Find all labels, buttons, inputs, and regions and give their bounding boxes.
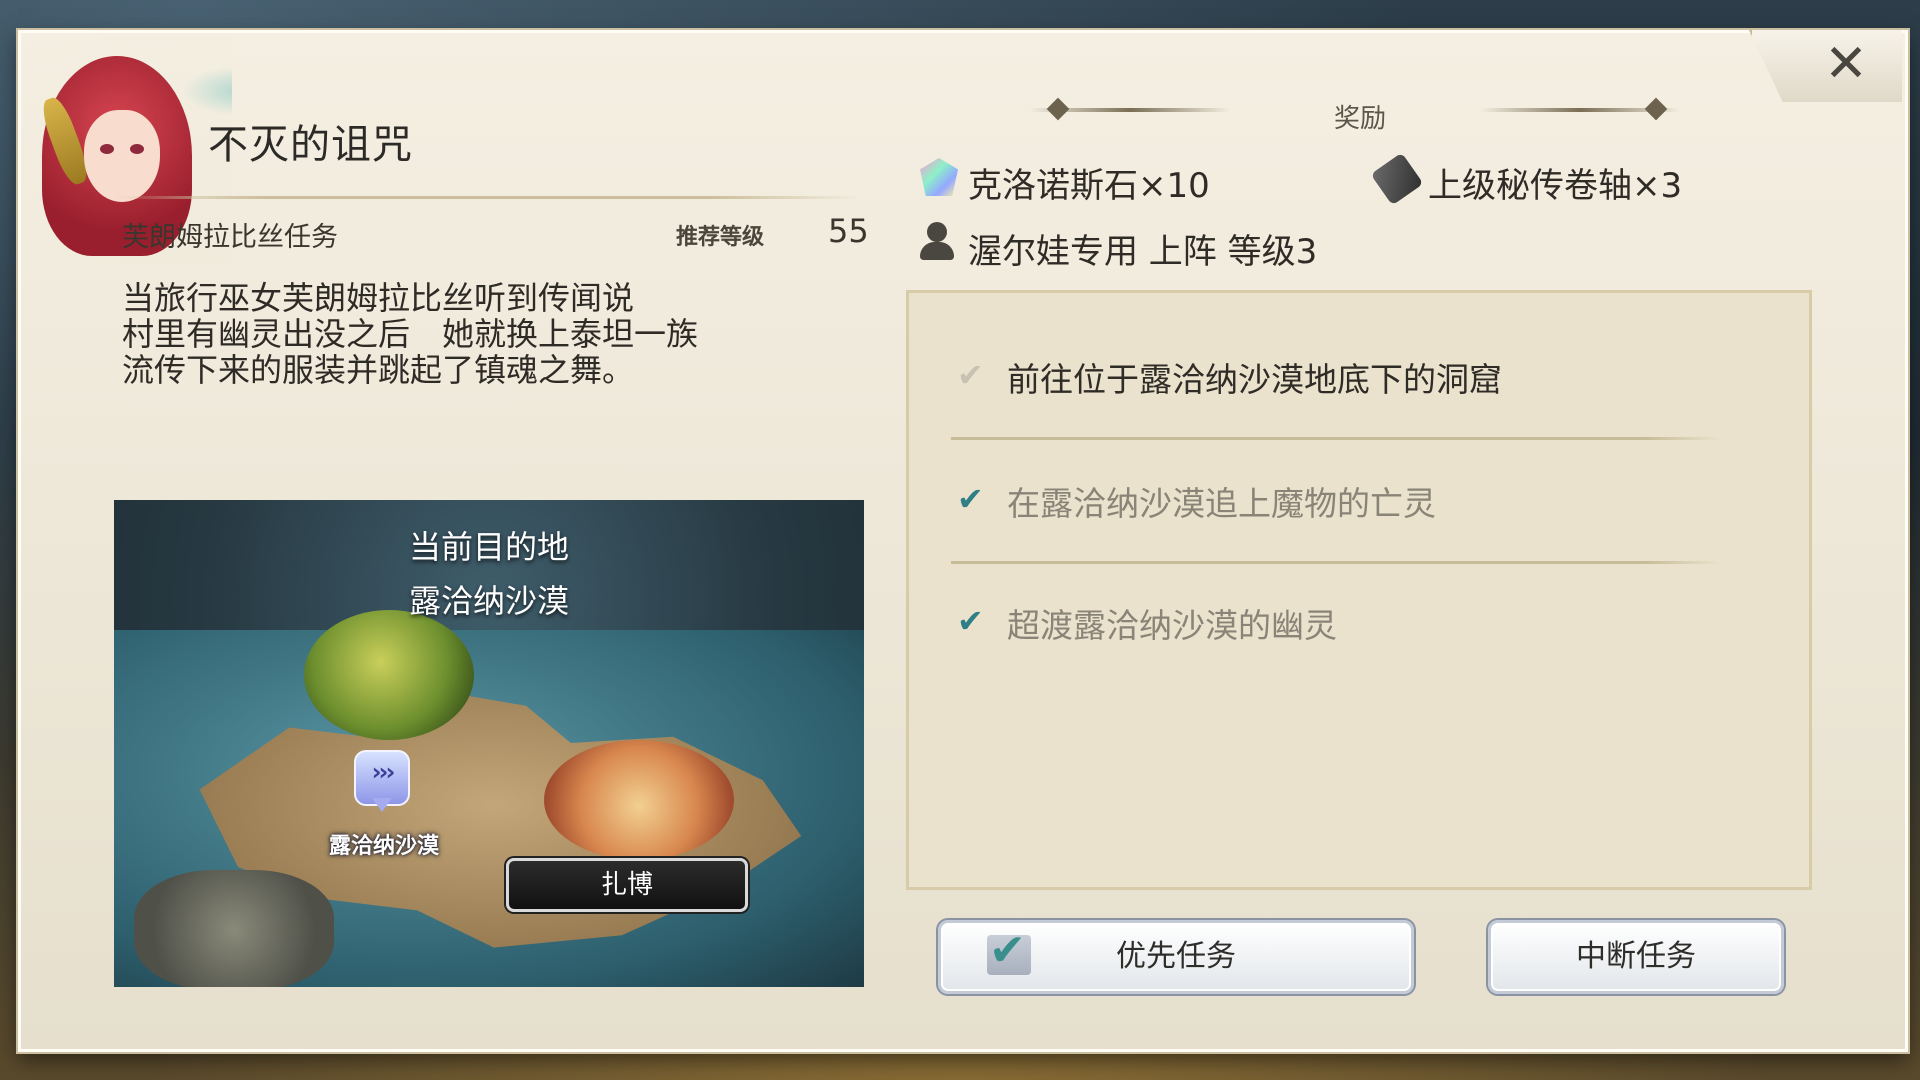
objective-item: 前往位于露洽纳沙漠地底下的洞窟: [1007, 360, 1502, 399]
objective-divider: [951, 561, 1721, 564]
quest-description: 当旅行巫女芙朗姆拉比丝听到传闻说 村里有幽灵出没之后 她就换上泰坦一族 流传下来…: [122, 280, 842, 388]
map-forest: [304, 610, 474, 740]
recommended-level-value: 55: [828, 212, 869, 250]
description-line: 当旅行巫女芙朗姆拉比丝听到传闻说: [122, 279, 635, 317]
map-heading-current: 当前目的地: [408, 528, 569, 566]
objective-divider: [951, 437, 1721, 440]
description-line: 村里有幽灵出没之后 她就换上泰坦一族: [122, 315, 699, 353]
objectives-panel: ✔ 前往位于露洽纳沙漠地底下的洞窟 ✔ 在露洽纳沙漠追上魔物的亡灵 ✔ 超渡露洽…: [906, 290, 1812, 890]
portrait-eye-left: [100, 144, 114, 154]
portrait-wing-decoration: [182, 66, 232, 116]
chevrons-icon: ›››: [371, 758, 396, 786]
rewards-label: 奖励: [1333, 104, 1386, 134]
person-body: [920, 242, 954, 260]
priority-quest-button[interactable]: ✔ 优先任务: [938, 920, 1414, 994]
map-pin-icon[interactable]: ›››: [354, 750, 410, 812]
objective-item: 在露洽纳沙漠追上魔物的亡灵: [1007, 484, 1436, 523]
destination-map: 当前目的地 露洽纳沙漠 ››› 露洽纳沙漠 扎博: [114, 500, 864, 987]
map-village: [544, 740, 734, 860]
map-pin-label: 露洽纳沙漠: [328, 834, 439, 859]
map-heading-destination: 露洽纳沙漠: [408, 582, 569, 620]
reward-item: 克洛诺斯石×10: [968, 166, 1210, 206]
abort-quest-label: 中断任务: [1576, 939, 1696, 974]
check-icon: ✔: [989, 925, 1026, 976]
person-icon: [918, 222, 956, 260]
objective-item: 超渡露洽纳沙漠的幽灵: [1007, 606, 1337, 645]
map-rocks: [134, 870, 334, 987]
reward-item: 上级秘传卷轴×3: [1428, 166, 1683, 206]
portrait-eye-right: [130, 144, 144, 154]
quest-title: 不灭的诅咒: [208, 122, 413, 168]
location-button[interactable]: 扎博: [506, 858, 748, 912]
check-icon: ✔: [957, 480, 984, 518]
portrait-face: [84, 110, 160, 202]
close-icon[interactable]: ✕: [1816, 34, 1876, 94]
reward-item: 渥尔娃专用 上阵 等级3: [968, 232, 1318, 272]
person-head: [927, 222, 947, 242]
quest-giver: 芙朗姆拉比丝任务: [122, 222, 338, 253]
description-line: 流传下来的服装并跳起了镇魂之舞。: [122, 351, 635, 389]
pin-tail: [372, 798, 392, 812]
check-icon: ✔: [957, 602, 984, 640]
abort-quest-button[interactable]: 中断任务: [1488, 920, 1784, 994]
title-divider: [112, 196, 862, 199]
priority-quest-label: 优先任务: [1116, 939, 1236, 974]
recommended-level-label: 推荐等级: [676, 225, 765, 250]
check-icon: ✔: [957, 356, 984, 394]
